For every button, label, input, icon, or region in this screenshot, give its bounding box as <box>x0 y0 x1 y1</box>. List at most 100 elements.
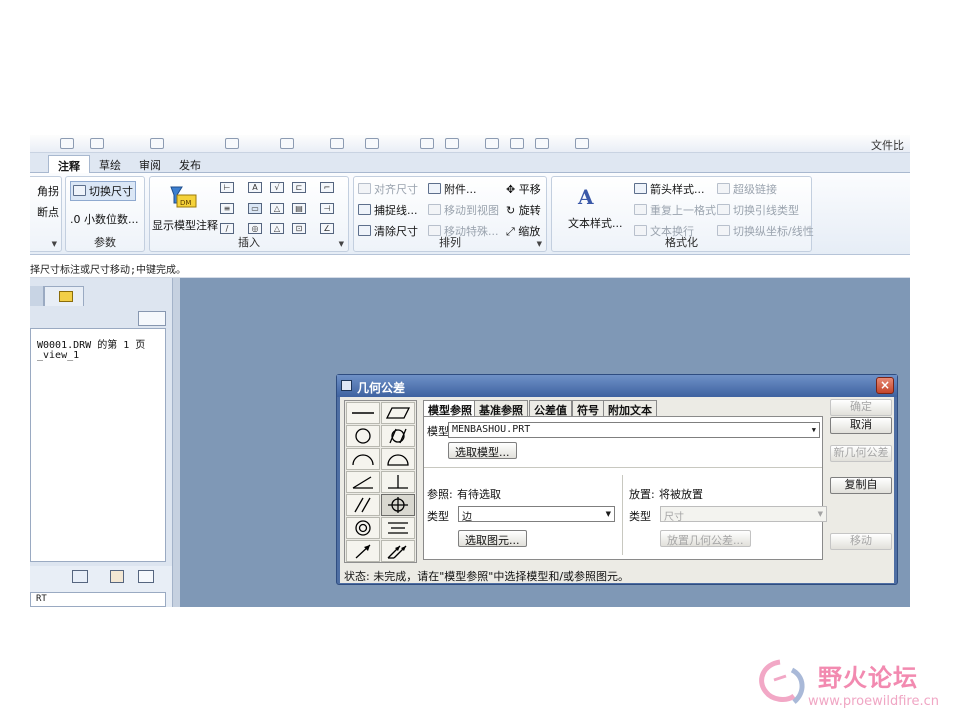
close-icon[interactable]: × <box>876 377 894 394</box>
tools-icon[interactable] <box>110 570 124 583</box>
tab-tolerance-value[interactable]: 公差值 <box>529 400 572 417</box>
datum-icon[interactable]: △ <box>270 203 284 214</box>
tab-annotate[interactable]: 注释 <box>48 155 90 173</box>
surface-profile-icon[interactable] <box>381 448 415 470</box>
tree-settings-icon[interactable] <box>138 311 166 326</box>
file-menu-label[interactable]: 文件比 <box>871 137 904 153</box>
tab-review[interactable]: 审阅 <box>130 155 170 173</box>
dimension-icon[interactable]: ⊢ <box>220 182 234 193</box>
group-dialog-launcher-icon[interactable]: ▼ <box>52 240 57 248</box>
zoom-icon[interactable] <box>485 138 499 149</box>
move-button[interactable]: 移动 <box>830 533 892 550</box>
datum-target-icon[interactable]: △ <box>270 223 284 234</box>
repeat-format-button[interactable]: 重复上一格式 <box>634 202 716 218</box>
refit-icon[interactable] <box>535 138 549 149</box>
total-runout-icon[interactable] <box>381 540 415 562</box>
chevron-down-icon: ▼ <box>817 510 823 518</box>
show-model-annotations-icon[interactable]: DM <box>168 185 198 211</box>
gtol-icon[interactable]: ▭ <box>248 203 262 214</box>
note-icon[interactable]: ≡ <box>220 203 234 214</box>
undo-icon[interactable] <box>60 138 74 149</box>
zoom-out-icon[interactable] <box>510 138 524 149</box>
balloon-icon[interactable]: ▤ <box>292 203 306 214</box>
folder-tab[interactable] <box>44 286 84 306</box>
line-profile-icon[interactable] <box>346 448 380 470</box>
surface-finish-icon[interactable]: √ <box>270 182 284 193</box>
print-icon[interactable] <box>280 138 294 149</box>
rotate-button[interactable]: ↻ 旋转 <box>506 202 541 218</box>
symmetry-icon[interactable] <box>381 517 415 539</box>
layer-list-item[interactable]: RT <box>36 594 47 604</box>
window-icon[interactable] <box>330 138 344 149</box>
tab-publish[interactable]: 发布 <box>170 155 210 173</box>
text-style-button[interactable]: 文本样式... <box>568 215 623 231</box>
text-style-icon[interactable]: A <box>578 185 594 209</box>
tree-item-view[interactable]: _view_1 <box>37 350 79 361</box>
target-icon[interactable]: ◎ <box>248 223 262 234</box>
breakpoint-tool[interactable]: 断点 <box>37 204 59 220</box>
snap-line-button[interactable]: 捕捉线... <box>358 202 418 218</box>
copy-from-button[interactable]: 复制自 <box>830 477 892 494</box>
arrange-launcher-icon[interactable]: ▼ <box>537 240 542 248</box>
symbol-icon[interactable]: ⊣ <box>320 203 334 214</box>
move-to-view-button[interactable]: 移动到视图 <box>428 202 499 218</box>
insert-launcher-icon[interactable]: ▼ <box>339 240 344 248</box>
circular-runout-icon[interactable] <box>346 540 380 562</box>
select-entity-button[interactable]: 选取图元... <box>458 530 527 547</box>
hyperlink-button[interactable]: 超级链接 <box>717 181 777 197</box>
save-icon[interactable] <box>225 138 239 149</box>
new-gtol-button[interactable]: 新几何公差 <box>830 445 892 462</box>
flatness-icon[interactable] <box>381 402 415 424</box>
perpendicularity-icon[interactable] <box>381 471 415 493</box>
arrow-style-button[interactable]: 箭头样式... <box>634 181 705 197</box>
panel-splitter[interactable] <box>172 278 180 607</box>
tab-symbol[interactable]: 符号 <box>572 400 604 417</box>
show-model-annotations-button[interactable]: 显示模型注释 <box>152 217 218 233</box>
help-icon[interactable] <box>575 138 589 149</box>
repaint-icon[interactable] <box>445 138 459 149</box>
tab-additional-text[interactable]: 附加文本 <box>603 400 657 417</box>
align-dims-button[interactable]: 对齐尺寸 <box>358 181 418 197</box>
angularity-icon[interactable] <box>346 471 380 493</box>
tree-item-sheet[interactable]: W0001.DRW 的第 1 页 <box>37 336 145 351</box>
select-model-button[interactable]: 选取模型... <box>448 442 517 459</box>
concentricity-icon[interactable] <box>346 517 380 539</box>
circularity-icon[interactable] <box>346 425 380 447</box>
reference-dim-icon[interactable]: ⊏ <box>292 182 306 193</box>
model-tree-tab[interactable] <box>30 286 44 306</box>
tab-datum-refs[interactable]: 基准参照 <box>474 400 528 417</box>
tab-sketch[interactable]: 草绘 <box>90 155 130 173</box>
toggle-dimensions-button[interactable]: 切换尺寸 <box>70 181 136 201</box>
hyperlink-label: 超级链接 <box>733 183 777 196</box>
cosmetic-icon[interactable]: ⊡ <box>292 223 306 234</box>
straightness-icon[interactable] <box>346 402 380 424</box>
list-settings-icon[interactable] <box>138 570 154 583</box>
edit-icon[interactable]: ∠ <box>320 223 334 234</box>
tab-model-refs[interactable]: 模型参照 <box>423 400 477 417</box>
cancel-button[interactable]: 取消 <box>830 417 892 434</box>
ordinate-dim-icon[interactable]: A <box>248 182 262 193</box>
translate-button[interactable]: ✥ 平移 <box>506 181 541 197</box>
open-icon[interactable] <box>150 138 164 149</box>
redo-icon[interactable] <box>90 138 104 149</box>
chevron-down-icon: ▼ <box>605 510 611 518</box>
view-icon[interactable] <box>420 138 434 149</box>
place-gtol-button[interactable]: 放置几何公差... <box>660 530 751 547</box>
ok-button[interactable]: 确定 <box>830 399 892 416</box>
ribbon-tab-row: 注释 草绘 审阅 发布 <box>30 153 910 173</box>
layer-icon[interactable] <box>72 570 88 583</box>
toggle-leader-button[interactable]: 切换引线类型 <box>717 202 799 218</box>
cylindricity-icon[interactable] <box>381 425 415 447</box>
reference-type-select[interactable]: 边 ▼ <box>458 506 615 523</box>
corner-tool[interactable]: 角拐 <box>37 183 59 199</box>
placement-type-select[interactable]: 尺寸 ▼ <box>660 506 827 523</box>
position-icon[interactable] <box>381 494 415 516</box>
parallelism-icon[interactable] <box>346 494 380 516</box>
weld-icon[interactable]: ∕ <box>220 223 234 234</box>
model-select[interactable]: MENBASHOU.PRT ▼ <box>448 422 820 438</box>
attach-button[interactable]: 附件... <box>428 181 477 197</box>
decimal-places-button[interactable]: .0 小数位数... <box>70 211 138 227</box>
dialog-title-bar[interactable]: 几何公差 × <box>337 375 897 397</box>
axis-icon[interactable]: ⌐ <box>320 182 334 193</box>
regen-icon[interactable] <box>365 138 379 149</box>
